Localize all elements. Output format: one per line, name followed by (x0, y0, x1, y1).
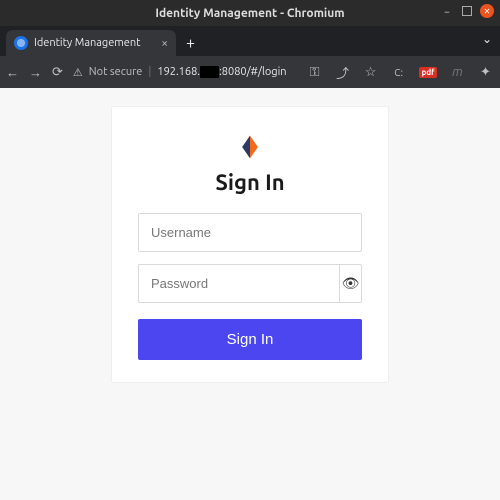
not-secure-icon: ⚠ (73, 66, 83, 79)
password-field: 👁 (138, 264, 362, 303)
login-heading: Sign In (215, 170, 284, 195)
window-close-button[interactable] (480, 4, 494, 18)
browser-tabstrip: Identity Management × + ⌄ (0, 26, 500, 56)
app-logo-icon (236, 133, 264, 164)
browser-tab[interactable]: Identity Management × (6, 30, 176, 56)
tab-close-icon[interactable]: × (161, 37, 168, 50)
address-bar[interactable]: ⚠ Not secure | 192.168.xxx:8080/#/login (73, 66, 287, 79)
plus-icon: + (186, 34, 195, 52)
bookmark-star-icon[interactable]: ☆ (363, 65, 379, 80)
tab-title: Identity Management (34, 37, 140, 49)
window-titlebar: Identity Management - Chromium (0, 0, 500, 26)
extension-pdf-icon[interactable]: pdf (419, 67, 438, 78)
extension-c-icon[interactable]: C: (391, 67, 407, 78)
signin-button[interactable]: Sign In (138, 319, 362, 360)
eye-icon: 👁 (342, 275, 360, 292)
new-tab-button[interactable]: + (176, 30, 205, 56)
back-button[interactable]: ← (6, 65, 19, 80)
forward-button[interactable]: → (29, 65, 42, 80)
window-minimize-button[interactable] (440, 4, 454, 18)
reload-button[interactable]: ⟳ (52, 65, 63, 80)
password-reveal-button[interactable]: 👁 (339, 265, 361, 302)
username-input[interactable] (139, 214, 361, 251)
window-title: Identity Management - Chromium (155, 7, 344, 20)
tab-list-dropdown-icon[interactable]: ⌄ (482, 32, 492, 46)
page-content: Sign In 👁 Sign In (0, 88, 500, 500)
window-controls (440, 4, 494, 18)
extensions-puzzle-icon[interactable]: ✦ (477, 65, 493, 80)
toolbar-actions: ⚿ ⤴ ☆ C: pdf m ✦ 👤 ⋮ (307, 63, 500, 82)
share-icon[interactable]: ⤴ (335, 63, 351, 82)
tab-favicon-icon (14, 36, 28, 50)
extension-m-icon[interactable]: m (449, 65, 465, 79)
window-maximize-button[interactable] (462, 6, 472, 16)
login-card: Sign In 👁 Sign In (111, 106, 389, 383)
password-input[interactable] (139, 265, 339, 302)
browser-toolbar: ← → ⟳ ⚠ Not secure | 192.168.xxx:8080/#/… (0, 56, 500, 88)
url-text: 192.168.xxx:8080/#/login (157, 66, 286, 78)
key-icon[interactable]: ⚿ (307, 65, 323, 80)
username-field (138, 213, 362, 252)
security-label: Not secure (89, 66, 143, 78)
